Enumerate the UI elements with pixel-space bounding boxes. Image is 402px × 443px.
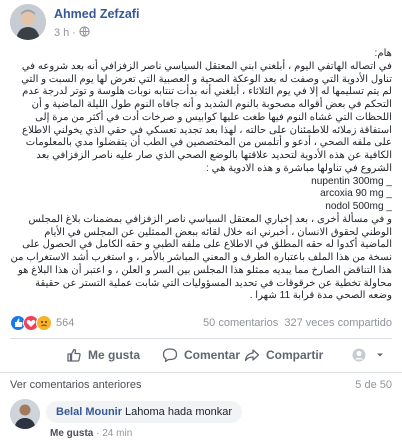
comment-icon (162, 348, 178, 363)
comment-meta-separator: · (96, 428, 100, 439)
post-body-paragraph: في اتصاله الهاتفي اليوم ، أبلغني ابني ال… (21, 60, 392, 174)
share-label: Compartir (266, 348, 324, 362)
avatar-photo-icon (10, 4, 46, 40)
post-time[interactable]: 3 h (54, 27, 69, 39)
post-body-paragraph: هام: (374, 48, 392, 59)
author-name[interactable]: Ahmed Zefzafi (54, 7, 139, 21)
comment-button[interactable]: Comentar (162, 341, 240, 369)
reactions-bar: 564 50 comentarios 327 veces compartido (10, 314, 392, 332)
post-stats: 50 comentarios 327 veces compartido (203, 317, 392, 329)
medication-item: arcoxia 90 mg _ (320, 188, 392, 200)
comments-count[interactable]: 50 comentarios (203, 317, 278, 329)
post-body-paragraph: و في مسألة أخرى ، بعد إخباري المعتقل الس… (10, 213, 393, 302)
chevron-down-icon (377, 353, 383, 357)
reaction-icons[interactable] (10, 315, 52, 331)
share-icon (244, 349, 260, 362)
divider (10, 338, 392, 339)
reaction-count[interactable]: 564 (56, 317, 74, 329)
comment-item: Belal Mounir Lahoma hada monkar Me gusta … (10, 399, 392, 443)
comment-like-button[interactable]: Me gusta (50, 428, 93, 439)
medication-item: nupentin 300mg _ (311, 175, 392, 187)
share-audience-selector[interactable] (352, 347, 390, 363)
thumbs-up-icon (67, 348, 81, 362)
view-previous-comments-link[interactable]: Ver comentarios anteriores (10, 379, 141, 391)
post-card: Ahmed Zefzafi 3 h · هام: في اتصاله الهاتف… (0, 0, 402, 443)
commenter-avatar[interactable] (10, 399, 40, 429)
post-actions: Me gusta Comentar Compartir (10, 341, 392, 369)
like-label: Me gusta (88, 348, 141, 362)
shares-count[interactable]: 327 veces compartido (284, 317, 392, 329)
comment-author[interactable]: Belal Mounir (56, 406, 122, 418)
post-body: هام: في اتصاله الهاتفي اليوم ، أبلغني اب… (10, 48, 393, 310)
comments-pager: 5 de 50 (355, 379, 392, 391)
globe-icon (79, 26, 90, 37)
post-header: Ahmed Zefzafi 3 h · (10, 4, 392, 44)
meta-separator: · (72, 27, 76, 39)
comment-bubble: Belal Mounir Lahoma hada monkar (46, 401, 243, 423)
comment-meta: Me gusta · 24 min (50, 428, 132, 439)
like-button[interactable]: Me gusta (66, 341, 140, 369)
avatar-photo-icon (10, 399, 40, 429)
comment-text: Lahoma hada monkar (125, 406, 233, 418)
comment-label: Comentar (184, 348, 241, 362)
author-avatar[interactable] (10, 4, 46, 40)
avatar-icon (352, 348, 366, 362)
comments-pager-row: Ver comentarios anteriores 5 de 50 (10, 378, 392, 394)
share-button[interactable]: Compartir (244, 341, 323, 369)
sad-icon (36, 315, 52, 331)
comment-time[interactable]: 24 min (102, 428, 132, 439)
medication-item: nodol 500mg _ (325, 201, 392, 212)
post-meta: 3 h · (54, 26, 90, 39)
divider (0, 372, 402, 373)
